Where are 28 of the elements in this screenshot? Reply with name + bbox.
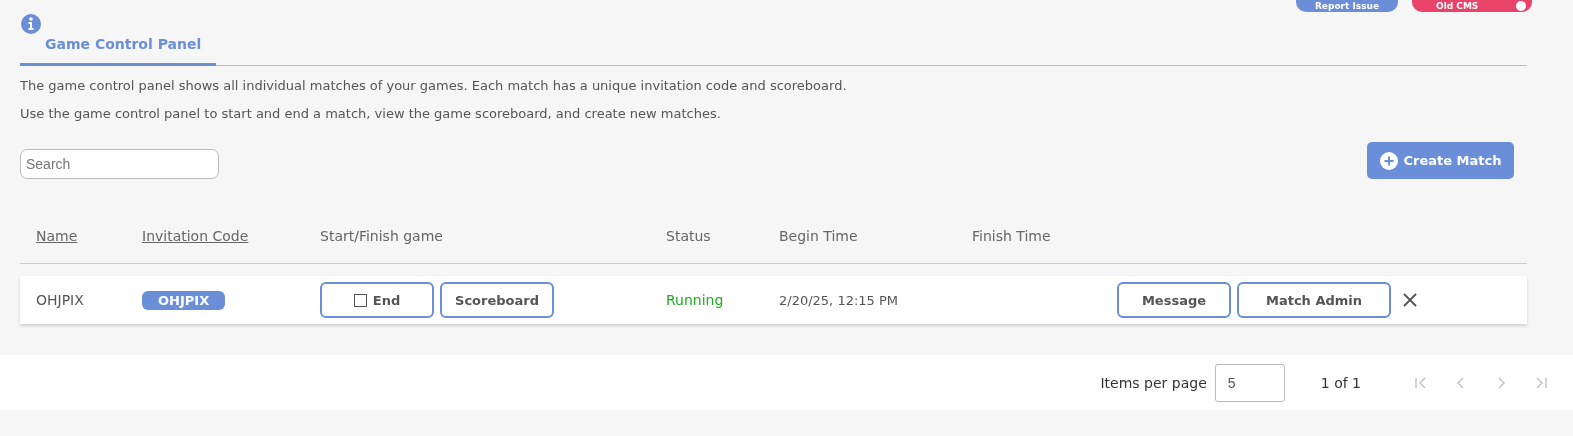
page-range-text: 1 of 1 (1320, 374, 1361, 391)
column-header: Start/Finish game (320, 228, 443, 244)
tab[interactable]: Game Control Panel (20, 34, 216, 66)
search-field[interactable]: Search (20, 148, 219, 179)
column-header: Status (666, 228, 711, 244)
items-per-page-label: Items per page (1100, 374, 1207, 391)
scoreboard-button[interactable]: Scoreboard (440, 282, 554, 318)
column-header[interactable]: Invitation Code (142, 228, 249, 244)
items-per-page-field[interactable]: 5 (1214, 363, 1285, 402)
close-icon[interactable] (1403, 293, 1417, 307)
match-admin-button[interactable]: Match Admin (1237, 282, 1391, 318)
description-text: The game control panel shows all individual matches of your games. Each match has a unique invitation code and scoreboard. (20, 78, 848, 94)
column-header: Begin Time (779, 228, 858, 244)
report-button[interactable]: Report Issue (1296, 0, 1398, 12)
end-button[interactable]: End (320, 282, 434, 318)
create-match-button[interactable]: Create Match (1367, 142, 1514, 179)
info-icon (21, 14, 41, 34)
column-header[interactable]: Name (36, 228, 78, 244)
code-badge: OHJPIX (142, 290, 226, 310)
table-cell: OHJPIX (36, 292, 84, 308)
toggle-switch[interactable]: Old CMS (1412, 0, 1532, 12)
message-button[interactable]: Message (1117, 282, 1231, 318)
status-text: Running (666, 292, 724, 308)
plus-icon (1379, 151, 1398, 170)
column-header: Finish Time (972, 228, 1051, 244)
description-text: Use the game control panel to start and end a match, view the game scoreboard, and create new matches. (20, 106, 722, 122)
table-cell: 2/20/25, 12:15 PM (779, 292, 899, 308)
square-icon (353, 293, 367, 307)
